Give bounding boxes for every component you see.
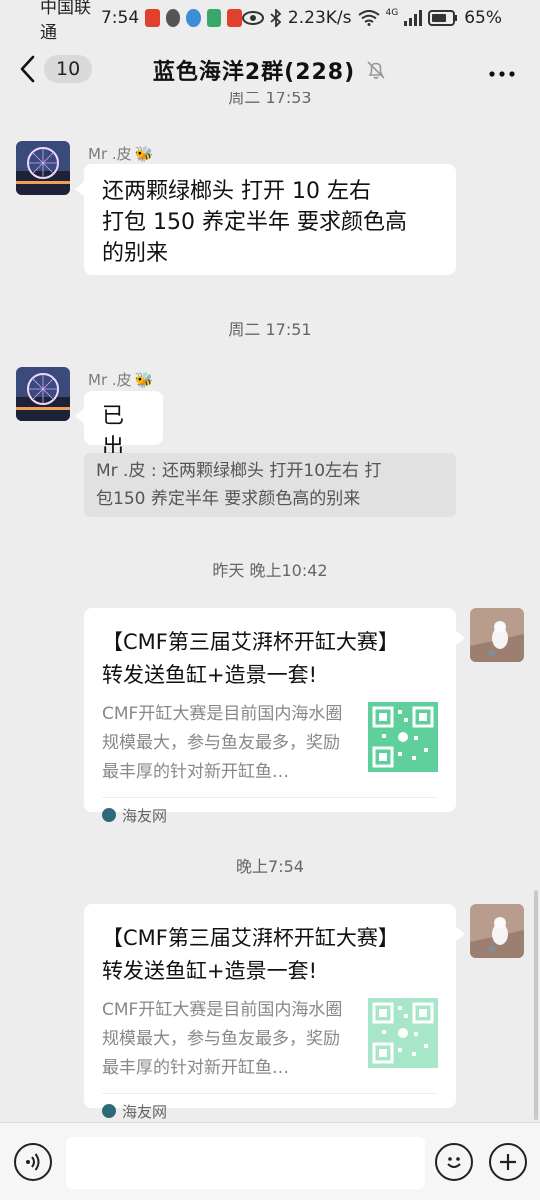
avatar[interactable]	[16, 367, 70, 421]
timestamp: 周二 17:51	[228, 320, 312, 339]
input-bar	[0, 1122, 540, 1200]
smiley-icon	[447, 1157, 461, 1168]
quote-text-line: 包150 养定半年 要求颜色高的别来	[96, 489, 361, 509]
message-input[interactable]	[66, 1137, 425, 1189]
plus-icon	[500, 1154, 516, 1170]
network-type: 4G	[385, 8, 399, 18]
source-logo-icon	[102, 808, 116, 822]
shield-icon	[165, 9, 181, 27]
page-title: 蓝色海洋2群(228)	[152, 60, 356, 85]
timestamp: 晚上7:54	[236, 857, 304, 876]
notification-app-icon	[186, 9, 201, 27]
scrollbar[interactable]	[534, 890, 538, 1120]
card-title: 【CMF第三届艾湃杯开缸大赛】 转发送鱼缸+造景一套!	[102, 926, 399, 983]
card-title: 【CMF第三届艾湃杯开缸大赛】 转发送鱼缸+造景一套!	[102, 630, 399, 687]
mute-bell-icon	[367, 61, 385, 79]
source-logo-icon	[102, 1104, 116, 1118]
polar-bear-avatar-image	[470, 904, 524, 958]
status-right: 2.23K/s 4G 65%	[241, 8, 502, 28]
emoji-icon: 🐝	[134, 370, 154, 389]
network-speed: 2.23K/s	[287, 8, 352, 28]
eye-icon	[241, 11, 264, 25]
notification-app-icon	[227, 9, 242, 27]
my-avatar[interactable]	[470, 904, 524, 958]
link-card[interactable]: 【CMF第三届艾湃杯开缸大赛】 转发送鱼缸+造景一套! CMF开缸大赛是目前国内…	[84, 904, 465, 1121]
link-card[interactable]: 【CMF第三届艾湃杯开缸大赛】 转发送鱼缸+造景一套! CMF开缸大赛是目前国内…	[84, 608, 465, 825]
card-description: CMF开缸大赛是目前国内海水圈规模最大，参与鱼友最多，奖励最丰厚的针对新开缸鱼…	[102, 704, 343, 782]
more-functions-button[interactable]	[489, 1143, 527, 1181]
timestamp: 昨天 晚上10:42	[212, 561, 328, 580]
notification-app-icon	[206, 9, 222, 27]
sender-name: Mr .皮 🐝	[88, 370, 154, 390]
qr-code-thumbnail	[368, 998, 438, 1068]
notification-app-icon	[145, 9, 160, 27]
signal-icon	[404, 10, 423, 26]
card-source: 海友网	[102, 797, 438, 832]
quoted-message[interactable]: Mr .皮 : 还两颗绿榔头 打开10左右 打 包150 养定半年 要求颜色高的…	[84, 453, 456, 517]
polar-bear-avatar-image	[470, 608, 524, 662]
source-name: 海友网	[122, 806, 168, 825]
voice-icon	[26, 1153, 40, 1171]
timestamp-partial: 周二 17:53	[228, 92, 312, 106]
message-text-line: 的别来	[102, 241, 169, 266]
page-title-wrap: 蓝色海洋2群(228)	[0, 54, 540, 86]
voice-input-button[interactable]	[14, 1143, 52, 1181]
avatar[interactable]	[16, 141, 70, 195]
status-bar: 中国联通 7:54 2.23K/s 4G 65%	[0, 0, 540, 43]
quote-text-line: Mr .皮 : 还两颗绿榔头 打开10左右 打	[96, 461, 382, 481]
message-bubble[interactable]: 已出	[75, 391, 163, 460]
message-text-line: 还两颗绿榔头 打开 10 左右	[102, 179, 371, 204]
sender-name: Mr .皮 🐝	[88, 144, 154, 164]
card-description: CMF开缸大赛是目前国内海水圈规模最大，参与鱼友最多，奖励最丰厚的针对新开缸鱼…	[102, 1000, 343, 1078]
wifi-icon	[357, 10, 380, 26]
ferris-wheel-avatar-image	[16, 367, 70, 421]
qr-code-thumbnail	[368, 702, 438, 772]
my-avatar[interactable]	[470, 608, 524, 662]
emoji-icon: 🐝	[134, 144, 154, 163]
bluetooth-icon	[270, 9, 282, 27]
clock: 7:54	[100, 8, 140, 28]
battery-percent: 65%	[464, 8, 502, 28]
battery-icon	[428, 10, 458, 26]
message-text-line: 打包 150 养定半年 要求颜色高	[102, 210, 407, 235]
more-dots-icon	[489, 71, 515, 77]
message-bubble[interactable]: 还两颗绿榔头 打开 10 左右 打包 150 养定半年 要求颜色高 的别来	[75, 164, 456, 275]
source-name: 海友网	[122, 1102, 168, 1121]
more-options-button[interactable]	[488, 64, 516, 78]
ferris-wheel-avatar-image	[16, 141, 70, 195]
emoji-button[interactable]	[435, 1143, 473, 1181]
